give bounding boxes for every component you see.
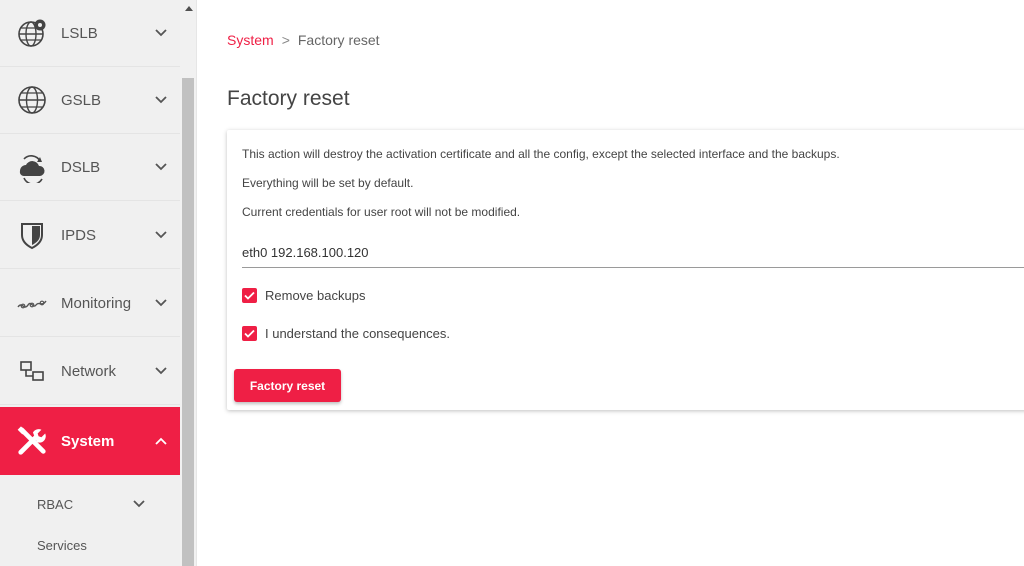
sidebar-item-system[interactable]: System xyxy=(0,407,180,475)
sidebar-subitem-label: Services xyxy=(37,537,87,553)
sidebar-item-label: IPDS xyxy=(61,226,97,244)
monitoring-wave-icon xyxy=(16,287,48,319)
page-title: Factory reset xyxy=(227,87,350,110)
network-icon xyxy=(16,355,48,387)
app-root: LSLB GSLB DSLB IPDS Monitoring Network S… xyxy=(0,0,1024,566)
breadcrumb-current: Factory reset xyxy=(297,32,380,48)
remove-backups-label: Remove backups xyxy=(265,288,366,303)
factory-reset-card: This action will destroy the activation … xyxy=(227,130,1024,410)
chevron-up-icon xyxy=(154,434,168,448)
chevron-down-icon xyxy=(154,296,168,310)
sidebar-scrollbar[interactable] xyxy=(180,0,197,566)
breadcrumb-link-system[interactable]: System xyxy=(227,32,274,48)
sidebar-item-dslb[interactable]: DSLB xyxy=(0,134,180,201)
sidebar: LSLB GSLB DSLB IPDS Monitoring Network S… xyxy=(0,0,180,566)
warning-text-line: Current credentials for user root will n… xyxy=(242,205,521,219)
globe-icon xyxy=(16,84,48,116)
chevron-down-icon xyxy=(154,93,168,107)
sidebar-item-label: Monitoring xyxy=(61,294,132,312)
sidebar-item-network[interactable]: Network xyxy=(0,338,180,405)
sidebar-item-monitoring[interactable]: Monitoring xyxy=(0,270,180,337)
chevron-down-icon xyxy=(154,228,168,242)
remove-backups-checkbox-row[interactable]: Remove backups xyxy=(242,288,365,303)
sidebar-subitem-rbac[interactable]: RBAC xyxy=(0,489,180,519)
sidebar-item-gslb[interactable]: GSLB xyxy=(0,67,180,134)
sidebar-item-ipds[interactable]: IPDS xyxy=(0,202,180,269)
interface-select[interactable]: eth0 192.168.100.120 xyxy=(242,238,1024,268)
sidebar-item-label: DSLB xyxy=(61,158,101,176)
warning-text-line: This action will destroy the activation … xyxy=(242,147,840,161)
breadcrumb: System > Factory reset xyxy=(227,32,380,48)
globe-pin-icon xyxy=(16,17,48,49)
chevron-down-icon xyxy=(154,160,168,174)
chevron-down-icon xyxy=(154,26,168,40)
breadcrumb-separator: > xyxy=(281,32,290,48)
sidebar-item-lslb[interactable]: LSLB xyxy=(0,0,180,67)
scrollbar-thumb[interactable] xyxy=(182,78,194,566)
chevron-down-icon xyxy=(154,364,168,378)
understand-consequences-label: I understand the consequences. xyxy=(265,326,451,341)
sidebar-item-label: Network xyxy=(61,362,117,380)
main-content: System > Factory reset Factory reset This … xyxy=(197,0,1024,566)
scroll-up-arrow-icon[interactable] xyxy=(180,0,197,17)
cloud-sync-icon xyxy=(16,151,48,183)
remove-backups-checkbox[interactable] xyxy=(242,288,257,303)
understand-consequences-checkbox[interactable] xyxy=(242,326,257,341)
understand-consequences-checkbox-row[interactable]: I understand the consequences. xyxy=(242,326,450,341)
chevron-down-icon xyxy=(132,497,146,511)
sidebar-subitem-label: RBAC xyxy=(37,496,74,512)
interface-select-value: eth0 192.168.100.120 xyxy=(242,245,369,260)
tools-icon xyxy=(16,425,48,457)
sidebar-item-label: GSLB xyxy=(61,91,102,109)
warning-text-line: Everything will be set by default. xyxy=(242,176,414,190)
factory-reset-button[interactable]: Factory reset xyxy=(234,369,341,402)
sidebar-item-label: LSLB xyxy=(61,24,98,42)
sidebar-item-label: System xyxy=(61,432,115,450)
sidebar-subitem-services[interactable]: Services xyxy=(0,530,180,560)
shield-icon xyxy=(16,219,48,251)
